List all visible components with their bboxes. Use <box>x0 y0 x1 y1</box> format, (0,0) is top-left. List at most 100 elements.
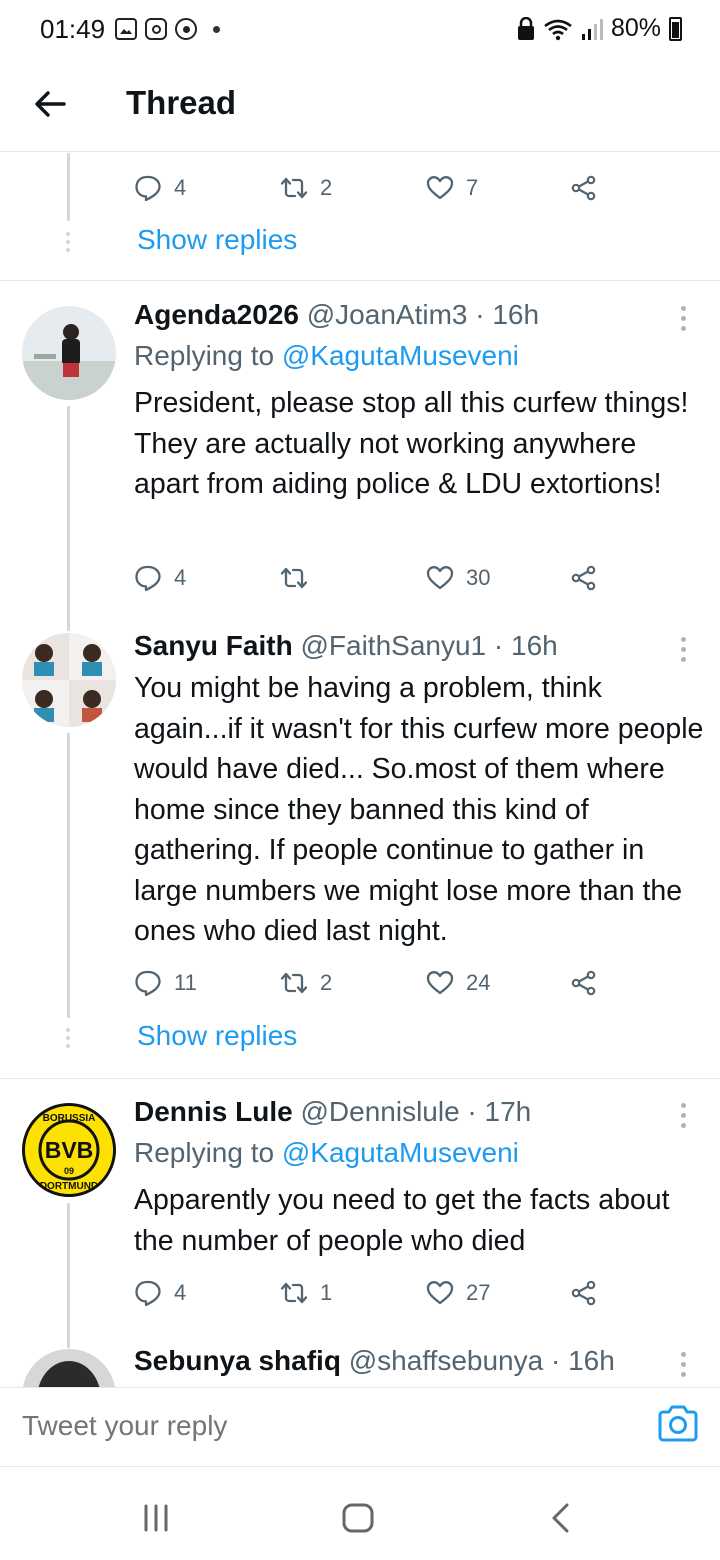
camera-icon[interactable] <box>656 1402 700 1446</box>
logo-bottom-text: DORTMUND <box>40 1181 98 1192</box>
show-replies-link[interactable]: Show replies <box>137 1020 297 1052</box>
avatar[interactable] <box>22 1349 116 1387</box>
retweet-icon <box>280 177 308 199</box>
reply-icon <box>135 565 161 592</box>
retweet-icon <box>280 1282 308 1304</box>
display-name[interactable]: Sanyu Faith <box>134 630 293 661</box>
display-name[interactable]: Sebunya shafiq <box>134 1345 341 1376</box>
page-title: Thread <box>126 84 237 121</box>
status-time: 01:49 <box>40 14 106 44</box>
replying-prefix: Replying to <box>134 340 275 371</box>
avatar[interactable]: BORUSSIA BVB 09 DORTMUND <box>22 1103 116 1197</box>
tweet-header: Sanyu Faith @FaithSanyu1 · 16h <box>134 630 558 662</box>
reply-button[interactable]: 11 <box>134 965 197 1001</box>
retweet-button[interactable]: 2 <box>280 965 332 1001</box>
avatar[interactable] <box>22 306 116 400</box>
reply-count: 4 <box>174 175 187 200</box>
divider <box>0 280 720 281</box>
more-options-icon[interactable] <box>681 1352 687 1382</box>
gallery-icon <box>115 18 137 40</box>
reply-icon <box>135 970 161 997</box>
retweet-icon <box>280 972 308 994</box>
like-button[interactable]: 24 <box>426 965 490 1001</box>
share-button[interactable] <box>570 170 598 206</box>
retweet-button[interactable]: 1 <box>280 1275 332 1311</box>
logo-num-text: 09 <box>64 1166 74 1176</box>
like-count: 30 <box>466 565 491 590</box>
system-icons: 80% <box>517 14 682 43</box>
home-icon[interactable] <box>338 1498 378 1538</box>
dot-icon <box>213 25 220 33</box>
thread-dots <box>66 232 70 256</box>
arrow-left-icon[interactable] <box>32 86 68 122</box>
app-header: Thread <box>0 60 720 152</box>
like-button[interactable]: 27 <box>426 1275 490 1311</box>
share-icon <box>571 970 596 996</box>
retweet-button[interactable] <box>280 560 320 596</box>
tweet-header: Dennis Lule @Dennislule · 17h <box>134 1096 531 1128</box>
share-icon <box>571 565 596 591</box>
handle-time: @FaithSanyu1 · 16h <box>300 630 558 661</box>
system-nav-bar <box>0 1468 720 1560</box>
tweet-actions: 4 1 27 <box>134 1275 614 1311</box>
more-options-icon[interactable] <box>681 1103 687 1133</box>
tweet-header: Sebunya shafiq @shaffsebunya · 16h <box>134 1345 615 1377</box>
reply-button[interactable]: 4 <box>134 170 186 206</box>
reply-icon <box>135 175 161 202</box>
back-nav-icon[interactable] <box>542 1498 582 1538</box>
like-button[interactable]: 30 <box>426 560 490 596</box>
tweet-header: Agenda2026 @JoanAtim3 · 16h <box>134 299 539 331</box>
retweet-button[interactable]: 2 <box>280 170 332 206</box>
share-button[interactable] <box>570 965 598 1001</box>
thread-line <box>67 733 70 1018</box>
heart-icon <box>426 1281 454 1305</box>
reply-composer <box>0 1387 720 1467</box>
battery-icon <box>669 16 682 41</box>
thread-dots <box>66 1028 70 1052</box>
reply-button[interactable]: 4 <box>134 1275 186 1311</box>
tweet-actions: 11 2 24 <box>134 965 614 1001</box>
tweet-text: Apparently you need to get the facts abo… <box>134 1184 670 1257</box>
reply-button[interactable]: 4 <box>134 560 186 596</box>
wifi-icon <box>544 19 572 40</box>
share-button[interactable] <box>570 560 598 596</box>
chrome-icon <box>175 18 197 40</box>
replying-to: Replying to @KagutaMuseveni <box>134 1137 519 1169</box>
thread-line <box>67 406 70 631</box>
like-count: 7 <box>466 175 479 200</box>
handle-time: @JoanAtim3 · 16h <box>306 299 540 330</box>
like-button[interactable]: 7 <box>426 170 478 206</box>
reply-count: 4 <box>174 565 187 590</box>
display-name[interactable]: Agenda2026 <box>134 299 299 330</box>
heart-icon <box>426 176 454 200</box>
mention-link[interactable]: @KagutaMuseveni <box>282 1137 519 1168</box>
logo-top-text: BORUSSIA <box>43 1113 96 1124</box>
recent-apps-icon[interactable] <box>136 1498 176 1538</box>
replying-prefix: Replying to <box>134 1137 275 1168</box>
thread-list[interactable]: 4 2 7 Show replies Agenda2026 @JoanAtim3… <box>0 153 720 1387</box>
status-bar: 01:49 80% <box>0 0 720 60</box>
signal-icon <box>581 18 603 40</box>
instagram-icon <box>145 18 167 40</box>
handle-time: @shaffsebunya · 16h <box>348 1345 615 1376</box>
battery-percent: 80% <box>610 14 661 42</box>
show-replies-link[interactable]: Show replies <box>137 224 297 256</box>
share-button[interactable] <box>570 1275 598 1311</box>
display-name[interactable]: Dennis Lule <box>134 1096 293 1127</box>
retweet-count: 1 <box>320 1280 333 1305</box>
more-options-icon[interactable] <box>681 637 687 667</box>
more-options-icon[interactable] <box>681 306 687 336</box>
share-icon <box>571 175 596 201</box>
mention-link[interactable]: @KagutaMuseveni <box>282 340 519 371</box>
heart-icon <box>426 971 454 995</box>
retweet-icon <box>280 567 308 589</box>
tweet-actions: 4 2 7 <box>134 170 614 206</box>
like-count: 24 <box>466 970 491 995</box>
reply-input[interactable] <box>22 1410 622 1442</box>
reply-count: 4 <box>174 1280 187 1305</box>
thread-line <box>67 153 70 221</box>
heart-icon <box>426 566 454 590</box>
reply-count: 11 <box>174 970 197 995</box>
tweet-text: President, please stop all this curfew t… <box>134 387 689 500</box>
avatar[interactable] <box>22 633 116 727</box>
